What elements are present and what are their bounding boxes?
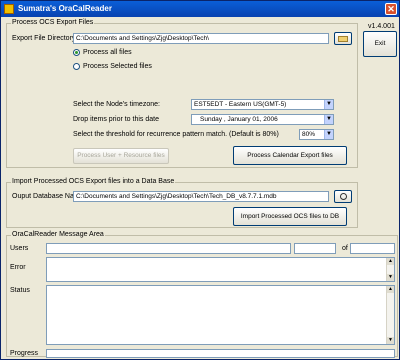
title-bar: Sumatra's OraCalReader ✕ bbox=[1, 1, 399, 17]
radio-process-selected-label: Process Selected files bbox=[83, 63, 152, 70]
chevron-down-icon: ▼ bbox=[324, 100, 333, 109]
window-title: Sumatra's OraCalReader bbox=[18, 4, 112, 13]
error-scrollbar[interactable]: ▲ ▼ bbox=[386, 258, 394, 281]
status-scrollbar[interactable]: ▲ ▼ bbox=[386, 286, 394, 344]
exit-button[interactable]: Exit bbox=[363, 31, 397, 57]
search-icon bbox=[339, 193, 347, 200]
process-calendar-button[interactable]: Process Calendar Export files bbox=[233, 146, 347, 165]
status-textarea[interactable]: ▲ ▼ bbox=[46, 285, 395, 345]
radio-process-all-label: Process all files bbox=[83, 49, 132, 56]
users-label: Users bbox=[10, 245, 29, 252]
users-field bbox=[46, 243, 291, 254]
error-textarea[interactable]: ▲ ▼ bbox=[46, 257, 395, 282]
users-count-field bbox=[294, 243, 336, 254]
threshold-label: Select the threshold for recurrence patt… bbox=[73, 131, 279, 138]
users-total-field bbox=[350, 243, 395, 254]
message-group-label: OraCalReader Message Area bbox=[11, 231, 105, 238]
folder-icon bbox=[338, 36, 348, 42]
threshold-select[interactable]: 80% ▼ bbox=[299, 129, 334, 140]
radio-process-selected[interactable] bbox=[73, 63, 80, 70]
of-label: of bbox=[342, 245, 348, 252]
version-label: v1.4.001 bbox=[368, 23, 395, 30]
close-button[interactable]: ✕ bbox=[385, 3, 397, 15]
export-dir-input[interactable]: C:\Documents and Settings\Zjg\Desktop\Te… bbox=[73, 33, 329, 44]
date-value: Sunday , January 01, 2006 bbox=[200, 116, 278, 123]
date-picker[interactable]: Sunday , January 01, 2006 ▼ bbox=[191, 114, 334, 125]
process-user-resource-button[interactable]: Process User + Resource files bbox=[73, 148, 169, 164]
scroll-up-icon[interactable]: ▲ bbox=[387, 286, 394, 293]
chevron-down-icon: ▼ bbox=[324, 130, 333, 139]
scroll-up-icon[interactable]: ▲ bbox=[387, 258, 394, 265]
error-label: Error bbox=[10, 264, 26, 271]
threshold-value: 80% bbox=[302, 131, 316, 138]
scroll-down-icon[interactable]: ▼ bbox=[387, 337, 394, 344]
db-name-input[interactable]: C:\Documents and Settings\Zjg\Desktop\Te… bbox=[73, 191, 329, 202]
browse-folder-button[interactable] bbox=[334, 32, 352, 45]
timezone-value: EST5EDT - Eastern US(GMT-5) bbox=[194, 101, 287, 108]
progress-label: Progress bbox=[10, 350, 39, 357]
browse-db-button[interactable] bbox=[334, 190, 352, 203]
timezone-label: Select the Node's timezone: bbox=[73, 101, 160, 108]
app-icon bbox=[4, 4, 14, 14]
export-dir-label: Export File Directory: bbox=[12, 35, 78, 42]
scroll-down-icon[interactable]: ▼ bbox=[387, 274, 394, 281]
date-label: Drop items prior to this date bbox=[73, 116, 159, 123]
app-window: Sumatra's OraCalReader ✕ Process OCS Exp… bbox=[0, 0, 400, 360]
import-db-button[interactable]: Import Processed OCS files to DB bbox=[233, 207, 347, 226]
timezone-select[interactable]: EST5EDT - Eastern US(GMT-5) ▼ bbox=[191, 99, 334, 110]
export-group-label: Process OCS Export Files bbox=[11, 19, 95, 26]
import-group-label: Import Processed OCS Export files into a… bbox=[11, 178, 176, 185]
progress-bar bbox=[46, 349, 395, 358]
status-label: Status bbox=[10, 287, 30, 294]
radio-process-all[interactable] bbox=[73, 49, 80, 56]
chevron-down-icon: ▼ bbox=[324, 115, 333, 124]
